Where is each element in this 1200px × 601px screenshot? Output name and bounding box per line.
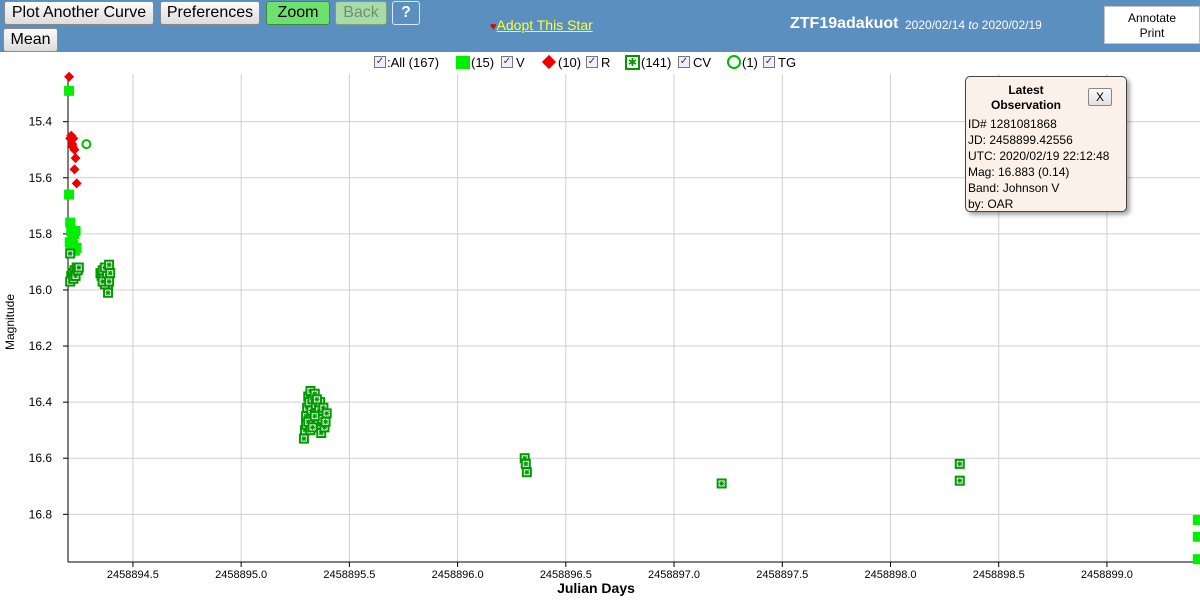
popup-title-line2: Observation — [990, 98, 1062, 112]
x-tick-label: 2458899.0 — [1081, 569, 1133, 581]
data-point-v — [64, 189, 75, 200]
y-tick-label: 16.2 — [29, 339, 53, 353]
data-point-cv — [65, 248, 76, 259]
popup-observer: by: OAR — [968, 197, 1014, 211]
x-tick-label: 2458895.5 — [323, 569, 375, 581]
x-tick-label: 2458898.0 — [864, 569, 916, 581]
popup-id: ID# 1281081868 — [968, 117, 1057, 131]
data-point-tg — [81, 139, 92, 150]
popup-title-line1: Latest — [1008, 83, 1044, 97]
data-point-cv — [307, 422, 318, 433]
y-tick-label: 16.6 — [29, 451, 53, 465]
data-point-cv — [954, 458, 965, 469]
popup-band: Band: Johnson V — [968, 181, 1060, 195]
y-tick-label: 16.8 — [29, 507, 53, 521]
popup-mag: Mag: 16.883 (0.14) — [968, 165, 1070, 179]
x-tick-label: 2458897.0 — [648, 569, 700, 581]
x-tick-label: 2458896.0 — [432, 569, 484, 581]
data-point-r — [71, 178, 82, 189]
data-point-v — [64, 85, 75, 96]
y-tick-label: 15.6 — [29, 171, 53, 185]
data-point-cv — [311, 394, 322, 405]
data-point-cv — [105, 268, 116, 279]
data-point-cv — [520, 458, 531, 469]
data-point-v — [1192, 554, 1200, 565]
popup-title: Latest Observation — [966, 83, 1086, 113]
y-tick-label: 15.8 — [29, 227, 53, 241]
data-point-cv — [73, 262, 84, 273]
data-point-r — [70, 153, 81, 164]
data-point-cv — [103, 287, 114, 298]
data-point-cv — [716, 478, 727, 489]
x-tick-label: 2458897.5 — [756, 569, 808, 581]
data-point-v — [1192, 531, 1200, 542]
y-axis-label: Magnitude — [3, 294, 17, 350]
data-point-cv — [321, 408, 332, 419]
data-point-cv — [104, 276, 115, 287]
data-point-r — [64, 71, 75, 82]
data-point-cv — [309, 411, 320, 422]
data-point-cv — [104, 259, 115, 270]
close-button[interactable]: X — [1088, 88, 1112, 106]
y-tick-label: 16.4 — [29, 395, 53, 409]
popup-jd: JD: 2458899.42556 — [968, 133, 1073, 147]
popup-utc: UTC: 2020/02/19 22:12:48 — [968, 149, 1110, 163]
x-tick-label: 2458894.5 — [107, 569, 159, 581]
y-tick-label: 15.4 — [29, 115, 53, 129]
data-point-v — [69, 228, 80, 239]
data-point-v — [1192, 514, 1200, 525]
data-point-cv — [298, 433, 309, 444]
data-point-r — [69, 164, 80, 175]
x-axis-label: Julian Days — [557, 580, 635, 596]
data-point-cv — [320, 416, 331, 427]
y-tick-label: 16.0 — [29, 283, 53, 297]
x-tick-label: 2458895.0 — [215, 569, 267, 581]
data-point-cv — [954, 475, 965, 486]
data-point-cv — [521, 467, 532, 478]
x-tick-label: 2458898.5 — [973, 569, 1025, 581]
latest-observation-popup: Latest Observation X ID# 1281081868 JD: … — [965, 76, 1127, 212]
